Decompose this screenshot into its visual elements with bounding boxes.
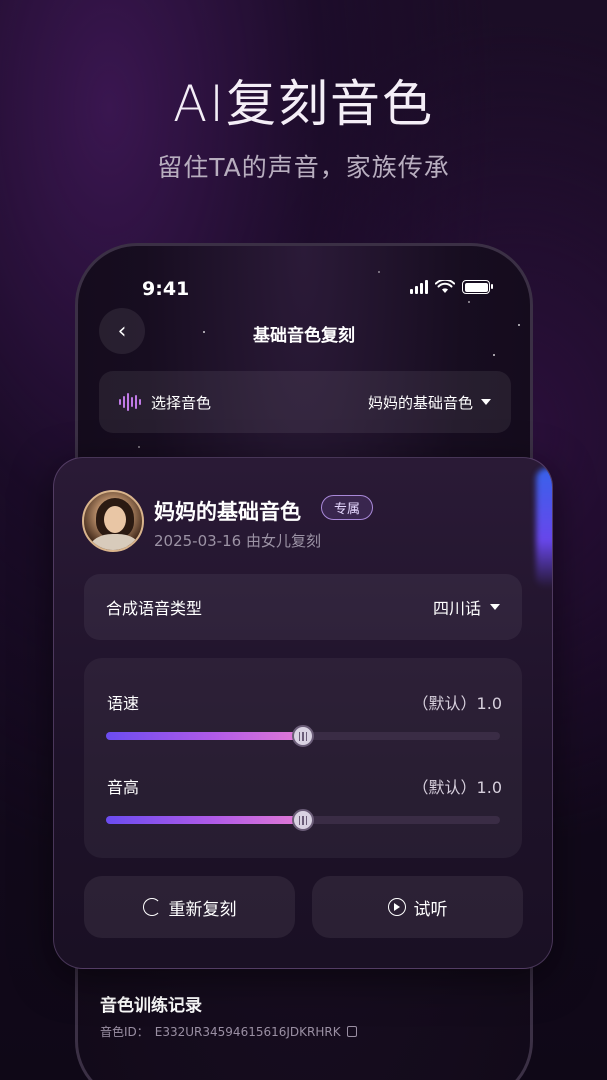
- voice-selector-label: 选择音色: [151, 393, 212, 412]
- voice-name: 妈妈的基础音色: [154, 500, 301, 524]
- exclusive-badge: 专属: [321, 495, 374, 520]
- slider-panel: 语速 （默认）1.0 音高 （默认）1.0: [84, 658, 522, 858]
- page-title: 基础音色复刻: [253, 326, 355, 346]
- voice-id-row: 音色ID： E332UR34594615616JDKRHRK: [100, 1023, 357, 1040]
- refresh-icon: [142, 898, 161, 916]
- pitch-slider[interactable]: [106, 809, 500, 831]
- voice-meta: 2025-03-16 由女儿复刻: [154, 532, 321, 550]
- caret-down-icon: [481, 399, 491, 405]
- preview-button-label: 试听: [413, 899, 448, 920]
- pitch-label: 音高: [107, 778, 140, 797]
- promo-headline: AI复刻音色: [173, 75, 434, 133]
- voice-id-label: 音色ID：: [100, 1025, 149, 1039]
- signal-icon: [410, 280, 428, 294]
- synthesis-type-select[interactable]: 合成语音类型 四川话: [84, 574, 522, 640]
- speed-value: （默认）1.0: [412, 694, 502, 713]
- card-glow: [536, 468, 552, 588]
- voice-selector-value: 妈妈的基础音色: [367, 393, 473, 412]
- synthesis-type-label: 合成语音类型: [106, 599, 203, 618]
- play-circle-icon: [387, 898, 406, 916]
- wifi-icon: [435, 280, 455, 293]
- promo-subline: 留住TA的声音，家族传承: [157, 153, 450, 182]
- pitch-value: （默认）1.0: [412, 778, 502, 797]
- pitch-slider-thumb[interactable]: [292, 809, 314, 831]
- battery-icon: [462, 280, 493, 294]
- status-icons: [410, 280, 493, 294]
- synthesis-type-value: 四川话: [432, 599, 481, 618]
- speed-slider-fill: [106, 732, 303, 740]
- voice-selector[interactable]: 选择音色 妈妈的基础音色: [99, 371, 511, 433]
- pitch-slider-fill: [106, 816, 303, 824]
- status-time: 9:41: [142, 278, 190, 300]
- speed-label: 语速: [107, 694, 140, 713]
- copy-icon[interactable]: [346, 1026, 357, 1037]
- avatar: [82, 490, 144, 552]
- caret-down-icon: [490, 604, 500, 610]
- speed-slider[interactable]: [106, 725, 500, 747]
- preview-button[interactable]: 试听: [312, 876, 523, 938]
- waveform-icon: [119, 393, 141, 411]
- recopy-button[interactable]: 重新复刻: [84, 876, 295, 938]
- voice-card: 妈妈的基础音色 专属 2025-03-16 由女儿复刻 合成语音类型 四川话 语…: [53, 457, 553, 969]
- training-record-title: 音色训练记录: [100, 996, 202, 1016]
- speed-slider-thumb[interactable]: [292, 725, 314, 747]
- recopy-button-label: 重新复刻: [168, 899, 237, 920]
- voice-id-value: E332UR34594615616JDKRHRK: [154, 1024, 341, 1039]
